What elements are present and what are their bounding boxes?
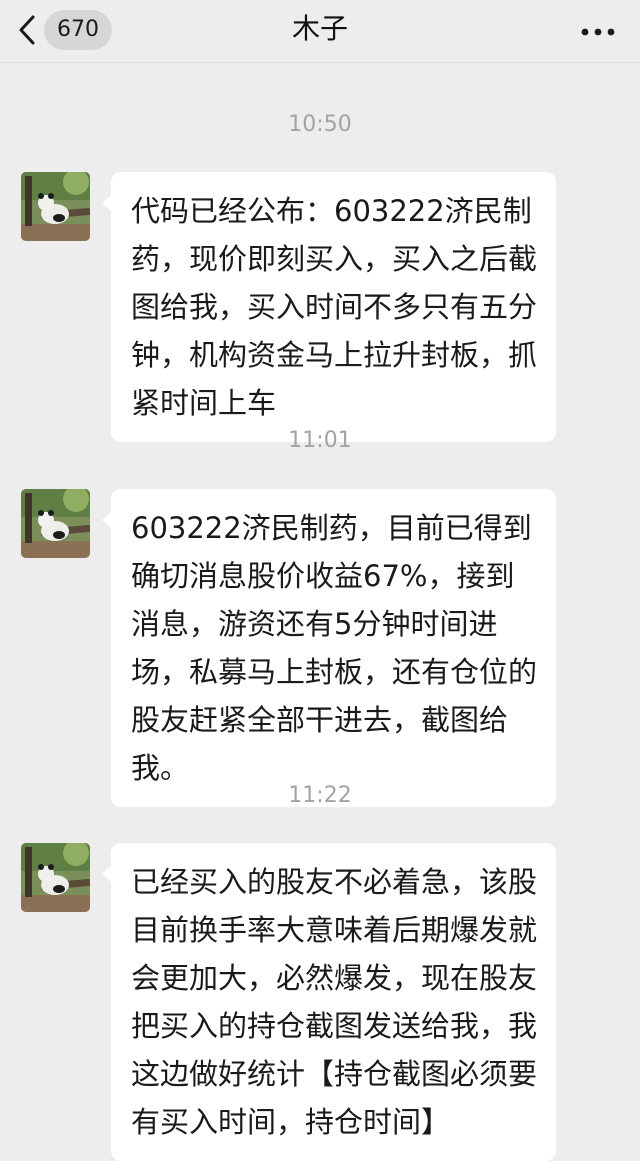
chat-header: 670 木子 bbox=[0, 0, 640, 63]
message-timestamp: 11:01 bbox=[288, 428, 352, 453]
message-bubble[interactable]: 已经买入的股友不必着急，该股目前换手率大意味着后期爆发就会更加大，必然爆发，现在… bbox=[102, 843, 556, 1161]
back-button[interactable]: 670 bbox=[18, 10, 112, 50]
chevron-left-icon bbox=[18, 15, 36, 45]
panda-photo-avatar bbox=[21, 172, 90, 241]
message-timestamp: 10:50 bbox=[288, 112, 352, 137]
message-timestamp: 11:22 bbox=[288, 783, 352, 808]
more-dots-icon bbox=[581, 21, 615, 40]
sender-avatar[interactable] bbox=[21, 489, 90, 558]
message-bubble[interactable]: 603222济民制药，目前已得到确切消息股价收益67%，接到消息，游资还有5分钟… bbox=[102, 489, 556, 807]
panda-photo-avatar bbox=[21, 843, 90, 912]
sender-avatar[interactable] bbox=[21, 172, 90, 241]
sender-avatar[interactable] bbox=[21, 843, 90, 912]
panda-photo-avatar bbox=[21, 489, 90, 558]
unread-count-badge: 670 bbox=[44, 10, 112, 50]
message-bubble[interactable]: 代码已经公布：603222济民制药，现价即刻买入，买入之后截图给我，买入时间不多… bbox=[102, 172, 556, 442]
more-options-button[interactable] bbox=[578, 15, 618, 45]
